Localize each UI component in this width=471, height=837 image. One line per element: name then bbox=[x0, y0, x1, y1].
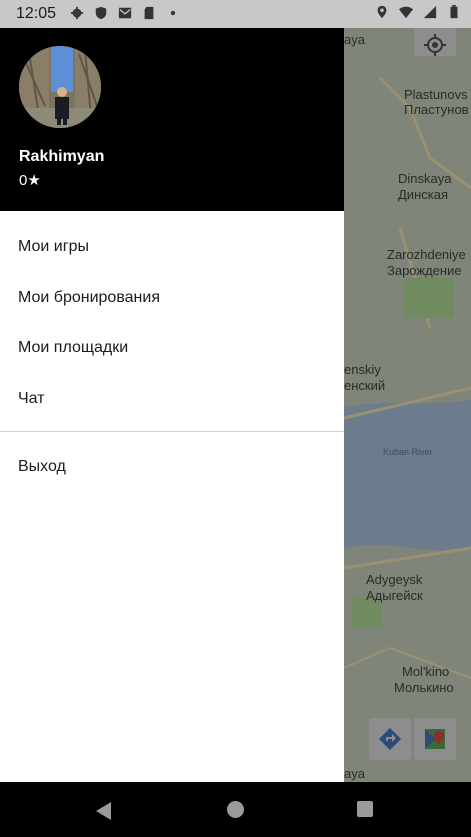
shield-icon bbox=[95, 6, 107, 20]
battery-icon bbox=[450, 5, 458, 19]
navigation-bar bbox=[0, 782, 471, 837]
menu-item-my-games[interactable]: Мои игры bbox=[0, 223, 344, 274]
status-system-icons bbox=[375, 5, 461, 19]
map-label: enskiy bbox=[344, 362, 381, 377]
map-label: Kuban River bbox=[383, 447, 433, 457]
map-label: Динская bbox=[398, 187, 448, 202]
menu-item-chat[interactable]: Чат bbox=[0, 375, 344, 426]
status-notification-icons bbox=[70, 6, 180, 20]
home-icon[interactable] bbox=[227, 801, 244, 818]
map-label: Adygeysk bbox=[366, 572, 423, 587]
my-location-button[interactable] bbox=[414, 28, 456, 56]
map-label: Пластунов bbox=[404, 102, 469, 117]
map-label: Адыгейск bbox=[366, 588, 423, 603]
map-label: енский bbox=[344, 378, 386, 393]
wifi-icon bbox=[399, 6, 413, 19]
user-name: Rakhimyan bbox=[19, 148, 105, 165]
drawer-header: Rakhimyan 0★ bbox=[0, 28, 344, 211]
drawer-menu: Мои игры Мои бронирования Мои площадки Ч… bbox=[0, 223, 344, 425]
back-icon[interactable] bbox=[95, 801, 113, 821]
map-label: Молькино bbox=[394, 680, 454, 695]
dot-icon bbox=[170, 10, 176, 16]
sd-card-icon bbox=[144, 6, 154, 20]
user-rating: 0★ bbox=[19, 172, 41, 189]
map-label: aya bbox=[344, 32, 365, 47]
map-label: Зарождение bbox=[387, 263, 462, 278]
mail-icon bbox=[118, 7, 132, 19]
gear-icon bbox=[70, 6, 84, 20]
signal-icon bbox=[423, 5, 437, 19]
menu-item-my-venues[interactable]: Мои площадки bbox=[0, 324, 344, 375]
recent-apps-icon[interactable] bbox=[357, 801, 373, 817]
navigation-drawer: Rakhimyan 0★ Мои игры Мои бронирования М… bbox=[0, 28, 344, 782]
avatar-photo bbox=[19, 46, 101, 128]
avatar[interactable] bbox=[19, 46, 101, 128]
directions-icon bbox=[379, 728, 401, 750]
map-label: Dinskaya bbox=[398, 171, 452, 186]
map-label: Plastunovs bbox=[404, 87, 468, 102]
map-label: aya bbox=[344, 766, 365, 781]
google-maps-icon bbox=[425, 729, 445, 749]
map-label: Mol'kino bbox=[402, 664, 450, 679]
my-location-icon bbox=[424, 34, 446, 56]
status-bar: 12:05 bbox=[0, 0, 471, 28]
menu-divider bbox=[0, 431, 344, 432]
location-icon bbox=[377, 5, 387, 19]
open-in-maps-button[interactable] bbox=[414, 718, 456, 760]
directions-button[interactable] bbox=[369, 718, 411, 760]
status-time: 12:05 bbox=[16, 5, 57, 22]
logout-button[interactable]: Выход bbox=[0, 443, 362, 491]
map-label: Zarozhdeniye bbox=[387, 247, 466, 262]
menu-item-my-bookings[interactable]: Мои бронирования bbox=[0, 274, 344, 325]
